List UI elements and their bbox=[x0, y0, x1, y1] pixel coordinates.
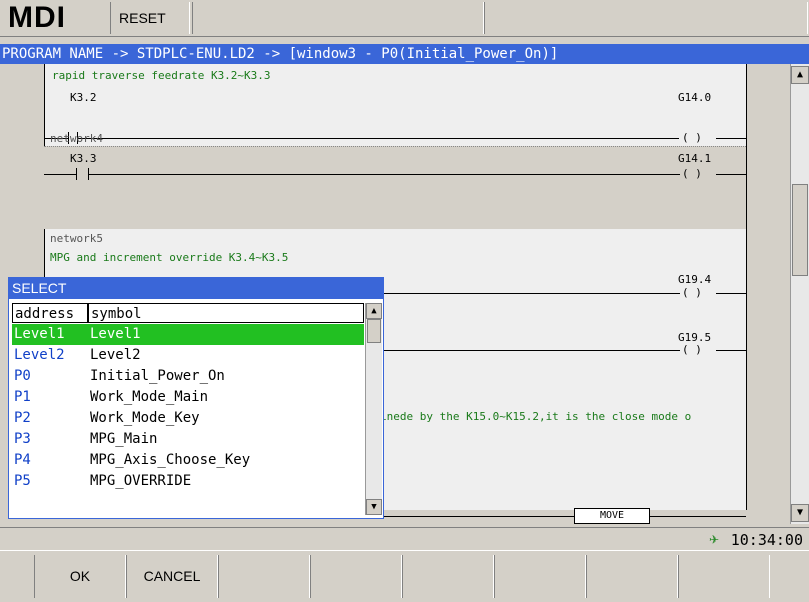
coil-symbol[interactable]: ( ) bbox=[682, 131, 702, 144]
rung-wire bbox=[88, 174, 680, 175]
mode-indicator: MDI bbox=[8, 1, 66, 34]
address-cell: Level2 bbox=[14, 347, 65, 363]
symbol-cell: Level2 bbox=[90, 347, 141, 363]
select-dialog[interactable]: SELECT address symbol Level1 Level1 Leve… bbox=[8, 277, 384, 519]
scroll-up-icon[interactable]: ▲ bbox=[366, 303, 382, 319]
scroll-thumb[interactable] bbox=[367, 319, 381, 343]
network-comment: inede by the K15.0~K15.2,it is the close… bbox=[380, 410, 692, 423]
column-header-address[interactable]: address bbox=[12, 303, 88, 323]
dialog-header: address symbol bbox=[12, 303, 364, 323]
rung-wire bbox=[716, 350, 746, 351]
dialog-scrollbar[interactable]: ▲ ▼ bbox=[365, 303, 382, 515]
column-header-symbol[interactable]: symbol bbox=[88, 303, 364, 323]
coil-label: G14.0 bbox=[678, 91, 712, 104]
coil-label: G19.4 bbox=[678, 273, 712, 286]
clock: 10:34:00 bbox=[730, 531, 803, 549]
list-item[interactable]: P4 MPG_Axis_Choose_Key bbox=[12, 450, 364, 471]
network-icon: ✈ bbox=[709, 529, 719, 548]
network4-block[interactable] bbox=[44, 146, 746, 229]
network-comment: rapid traverse feedrate K3.2~K3.3 bbox=[52, 69, 271, 82]
top-bar: MDI RESET bbox=[0, 0, 809, 37]
dialog-title: SELECT bbox=[9, 278, 383, 299]
network-comment: MPG and increment override K3.4~K3.5 bbox=[50, 251, 289, 264]
softkey-6[interactable] bbox=[494, 555, 586, 598]
ok-softkey[interactable]: OK bbox=[34, 555, 126, 598]
rung-wire bbox=[716, 174, 746, 175]
list-item[interactable]: P2 Work_Mode_Key bbox=[12, 408, 364, 429]
softkey-5[interactable] bbox=[402, 555, 494, 598]
address-cell: P0 bbox=[14, 368, 31, 384]
address-cell: P2 bbox=[14, 410, 31, 426]
symbol-cell: MPG_Main bbox=[90, 431, 158, 447]
symbol-cell: Work_Mode_Key bbox=[90, 410, 200, 426]
vertical-scrollbar[interactable]: ▲ ▼ bbox=[790, 64, 809, 524]
program-title-bar: PROGRAM NAME -> STDPLC-ENU.LD2 -> [windo… bbox=[0, 44, 809, 64]
address-cell: P3 bbox=[14, 431, 31, 447]
rung-wire bbox=[380, 350, 680, 351]
network-name: network4 bbox=[50, 132, 103, 145]
rung-wire bbox=[716, 293, 746, 294]
scroll-up-icon[interactable]: ▲ bbox=[791, 66, 809, 84]
coil-symbol[interactable]: ( ) bbox=[682, 286, 702, 299]
contact-label: K3.2 bbox=[70, 91, 97, 104]
scroll-down-icon[interactable]: ▼ bbox=[366, 499, 382, 515]
contact-symbol[interactable] bbox=[76, 168, 77, 180]
symbol-cell: MPG_Axis_Choose_Key bbox=[90, 452, 251, 468]
list-item[interactable]: P5 MPG_OVERRIDE bbox=[12, 471, 364, 492]
status-cell-1 bbox=[192, 2, 484, 34]
rung-wire bbox=[44, 174, 76, 175]
reset-indicator: RESET bbox=[110, 2, 190, 34]
list-item[interactable]: P1 Work_Mode_Main bbox=[12, 387, 364, 408]
status-cell-2 bbox=[484, 2, 808, 34]
softkey-7[interactable] bbox=[586, 555, 678, 598]
rung-wire bbox=[77, 138, 679, 139]
address-cell: Level1 bbox=[14, 326, 65, 342]
rung-wire bbox=[716, 138, 746, 139]
symbol-cell: Level1 bbox=[90, 326, 141, 342]
scroll-thumb[interactable] bbox=[792, 184, 808, 276]
symbol-cell: Initial_Power_On bbox=[90, 368, 225, 384]
symbol-cell: Work_Mode_Main bbox=[90, 389, 209, 405]
coil-label: G14.1 bbox=[678, 152, 712, 165]
address-cell: P5 bbox=[14, 473, 31, 489]
list-item[interactable]: Level2 Level2 bbox=[12, 345, 364, 366]
contact-label: K3.3 bbox=[70, 152, 97, 165]
move-function-block[interactable]: MOVE bbox=[574, 508, 650, 524]
softkey-8[interactable] bbox=[678, 555, 770, 598]
rung-wire bbox=[380, 516, 746, 517]
rung-wire bbox=[380, 293, 680, 294]
list-item[interactable]: Level1 Level1 bbox=[12, 324, 364, 345]
symbol-cell: MPG_OVERRIDE bbox=[90, 473, 192, 489]
coil-symbol[interactable]: ( ) bbox=[682, 167, 702, 180]
softkey-bar: OK CANCEL bbox=[0, 550, 809, 602]
network-name: network5 bbox=[50, 232, 103, 245]
softkey-4[interactable] bbox=[310, 555, 402, 598]
list-item[interactable]: P3 MPG_Main bbox=[12, 429, 364, 450]
right-power-rail bbox=[746, 64, 747, 510]
coil-symbol[interactable]: ( ) bbox=[682, 343, 702, 356]
scroll-down-icon[interactable]: ▼ bbox=[791, 504, 809, 522]
address-cell: P1 bbox=[14, 389, 31, 405]
softkey-3[interactable] bbox=[218, 555, 310, 598]
status-bar: ✈ 10:34:00 bbox=[0, 527, 809, 550]
list-item[interactable]: P0 Initial_Power_On bbox=[12, 366, 364, 387]
address-cell: P4 bbox=[14, 452, 31, 468]
cancel-softkey[interactable]: CANCEL bbox=[126, 555, 218, 598]
